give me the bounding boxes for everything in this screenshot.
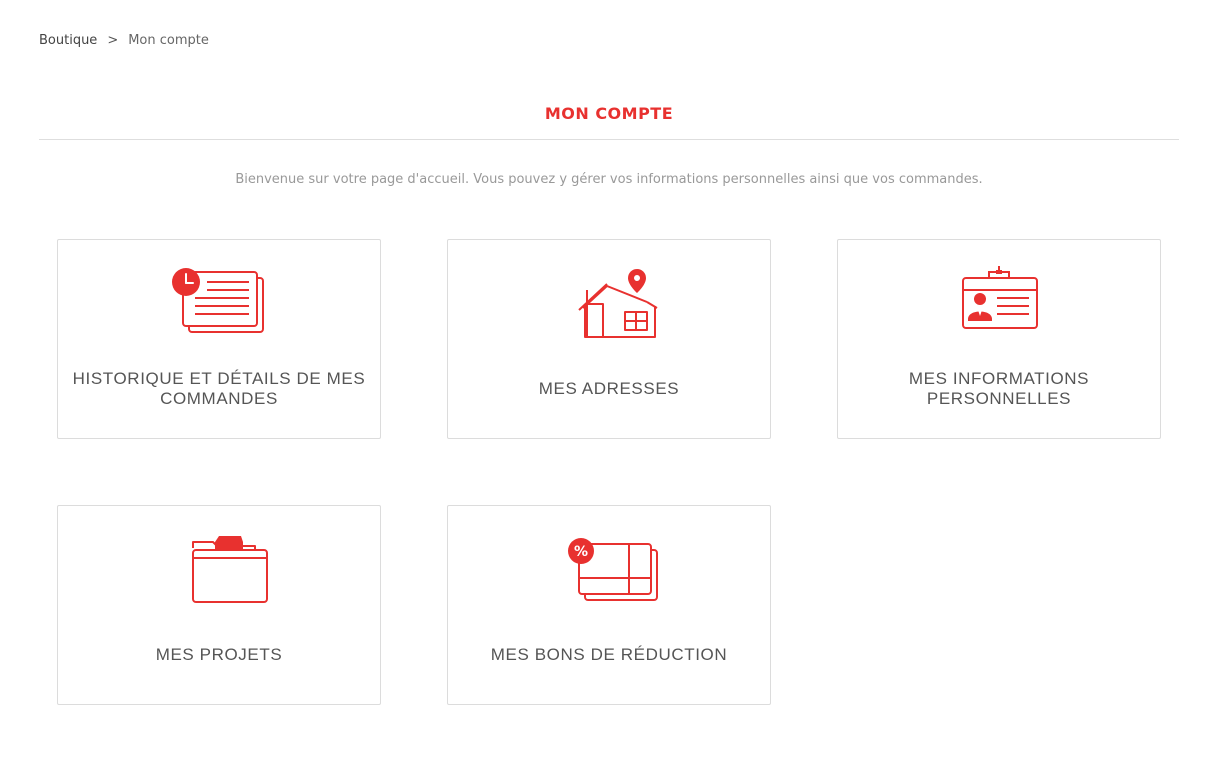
title-divider (39, 139, 1179, 140)
welcome-text: Bienvenue sur votre page d'accueil. Vous… (235, 172, 983, 187)
personal-info-card[interactable]: MES INFORMATIONS PERSONNELLES (837, 239, 1161, 439)
addresses-card[interactable]: MES ADRESSES (447, 239, 771, 439)
card-label: MES INFORMATIONS PERSONNELLES (908, 369, 1090, 408)
svg-text:%: % (574, 544, 588, 560)
order-history-card[interactable]: HISTORIQUE ET DÉTAILS DE MES COMMANDES (57, 239, 381, 439)
breadcrumb-separator: > (107, 33, 119, 48)
card-label: HISTORIQUE ET DÉTAILS DE MES COMMANDES (72, 369, 366, 408)
voucher-icon: % (568, 538, 658, 601)
breadcrumb-current: Mon compte (128, 33, 209, 48)
id-badge-icon (962, 266, 1038, 329)
breadcrumb-home-link[interactable]: Boutique (39, 33, 97, 48)
projects-card[interactable]: MES PROJETS (57, 505, 381, 705)
order-history-icon (172, 268, 264, 333)
folder-icon (192, 536, 268, 603)
address-house-icon (578, 269, 658, 338)
breadcrumb: Boutique > Mon compte (39, 33, 209, 48)
page-title: MON COMPTE (544, 104, 674, 123)
card-label: MES PROJETS (155, 645, 283, 664)
card-label: MES ADRESSES (538, 379, 680, 398)
card-label: MES BONS DE RÉDUCTION (490, 645, 728, 664)
vouchers-card[interactable]: % MES BONS DE RÉDUCTION (447, 505, 771, 705)
